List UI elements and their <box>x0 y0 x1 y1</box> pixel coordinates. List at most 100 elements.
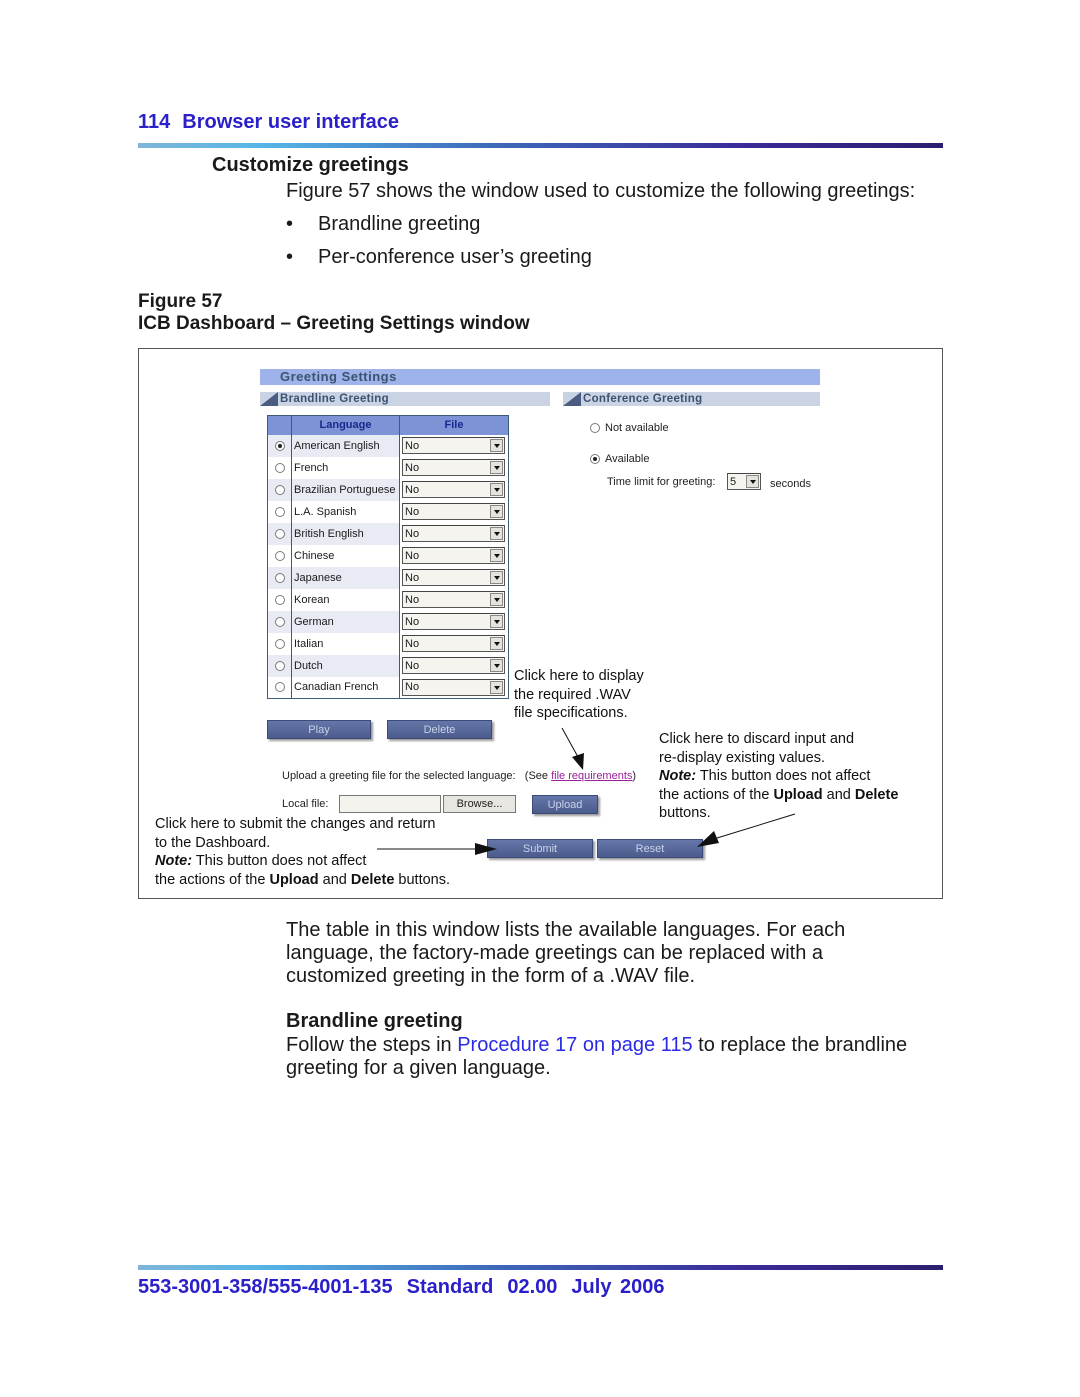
language-radio[interactable] <box>274 506 285 517</box>
play-button[interactable]: Play <box>267 720 371 739</box>
language-row[interactable]: Brazilian Portuguese No <box>267 478 509 501</box>
delete-button[interactable]: Delete <box>387 720 492 739</box>
running-footer: 553-3001-358/555-4001-135 Standard 02.00 Ju… <box>138 1276 679 1299</box>
file-select[interactable]: No <box>402 459 505 476</box>
dropdown-arrow-icon[interactable] <box>490 505 503 518</box>
radio-not-available[interactable] <box>590 423 600 434</box>
file-select[interactable]: No <box>402 481 505 498</box>
upload-button[interactable]: Upload <box>532 795 598 814</box>
file-select[interactable]: No <box>402 503 505 520</box>
file-select[interactable]: No <box>402 525 505 542</box>
row-select-cell[interactable] <box>267 500 292 523</box>
file-select[interactable]: No <box>402 657 505 674</box>
row-select-cell[interactable] <box>267 654 292 677</box>
language-row[interactable]: Korean No <box>267 588 509 611</box>
dropdown-arrow-icon[interactable] <box>490 549 503 562</box>
dropdown-arrow-icon[interactable] <box>490 680 503 694</box>
language-name: British English <box>291 522 400 545</box>
local-file-label: Local file: <box>282 798 329 810</box>
header-rule <box>138 143 943 148</box>
row-select-cell[interactable] <box>267 610 292 633</box>
file-cell: No <box>399 500 509 523</box>
table-description: The table in this window lists the avail… <box>286 919 846 987</box>
language-name: Dutch <box>291 654 400 677</box>
language-radio[interactable] <box>274 440 285 451</box>
language-row[interactable]: American English No <box>267 434 509 457</box>
bullet-item: • Brandline greeting <box>286 213 481 235</box>
dropdown-arrow-icon[interactable] <box>490 615 503 628</box>
row-select-cell[interactable] <box>267 522 292 545</box>
file-cell: No <box>399 544 509 567</box>
file-select[interactable]: No <box>402 613 505 630</box>
language-radio[interactable] <box>274 660 285 671</box>
file-select[interactable]: No <box>402 547 505 564</box>
language-row[interactable]: Chinese No <box>267 544 509 567</box>
dropdown-arrow-icon[interactable] <box>490 659 503 672</box>
file-select[interactable]: No <box>402 569 505 586</box>
dropdown-arrow-icon[interactable] <box>490 571 503 584</box>
language-radio[interactable] <box>274 462 285 473</box>
language-row[interactable]: Japanese No <box>267 566 509 589</box>
radio-available[interactable] <box>590 454 600 465</box>
time-limit-select[interactable]: 5 <box>727 473 761 490</box>
time-limit-label: Time limit for greeting: <box>607 476 716 488</box>
language-radio[interactable] <box>274 528 285 539</box>
language-row[interactable]: German No <box>267 610 509 633</box>
language-name: Korean <box>291 588 400 611</box>
dropdown-arrow-icon[interactable] <box>490 483 503 496</box>
row-select-cell[interactable] <box>267 676 292 699</box>
dropdown-arrow-icon[interactable] <box>490 593 503 606</box>
language-row[interactable]: Canadian French No <box>267 676 509 699</box>
row-select-cell[interactable] <box>267 544 292 567</box>
browse-button[interactable]: Browse... <box>443 795 516 813</box>
callout-reset: Click here to discard input and re-displ… <box>659 731 899 821</box>
row-select-cell[interactable] <box>267 566 292 589</box>
submit-button[interactable]: Submit <box>487 839 593 858</box>
language-radio[interactable] <box>274 550 285 561</box>
dropdown-arrow-icon[interactable] <box>490 461 503 474</box>
seconds-label: seconds <box>770 478 811 490</box>
figure-number: Figure 57 <box>138 291 223 312</box>
file-cell: No <box>399 456 509 479</box>
language-radio[interactable] <box>274 594 285 605</box>
doc-number: 553-3001-358/555-4001-135 <box>138 1276 393 1298</box>
language-row[interactable]: British English No <box>267 522 509 545</box>
language-row[interactable]: French No <box>267 456 509 479</box>
file-select[interactable]: No <box>402 678 505 696</box>
row-select-cell[interactable] <box>267 478 292 501</box>
file-select[interactable]: No <box>402 635 505 652</box>
language-radio[interactable] <box>274 572 285 583</box>
row-select-cell[interactable] <box>267 588 292 611</box>
file-select[interactable]: No <box>402 591 505 608</box>
callout-submit: Click here to submit the changes and ret… <box>155 816 451 888</box>
dropdown-arrow-icon[interactable] <box>490 527 503 540</box>
language-radio[interactable] <box>274 638 285 649</box>
available-option[interactable]: Available <box>590 453 649 465</box>
language-radio[interactable] <box>274 616 285 627</box>
procedure-link[interactable]: Procedure 17 on page 115 <box>457 1034 692 1056</box>
reset-button[interactable]: Reset <box>597 839 703 858</box>
language-row[interactable]: Dutch No <box>267 654 509 677</box>
not-available-option[interactable]: Not available <box>590 422 669 434</box>
language-row[interactable]: Italian No <box>267 632 509 655</box>
section-wedge-icon <box>260 392 278 406</box>
bullet-icon: • <box>286 246 294 268</box>
file-select[interactable]: No <box>402 437 505 454</box>
file-requirements-link[interactable]: file requirements <box>551 770 632 782</box>
language-row[interactable]: L.A. Spanish No <box>267 500 509 523</box>
row-select-cell[interactable] <box>267 434 292 457</box>
dropdown-arrow-icon[interactable] <box>490 637 503 650</box>
row-select-cell[interactable] <box>267 456 292 479</box>
dropdown-arrow-icon[interactable] <box>746 475 759 488</box>
file-cell: No <box>399 610 509 633</box>
bullet-item: • Per-conference user’s greeting <box>286 246 592 268</box>
row-select-cell[interactable] <box>267 632 292 655</box>
callout-file-requirements: Click here to display the required .WAV … <box>514 668 644 721</box>
bullet-icon: • <box>286 213 294 235</box>
column-header-select <box>267 415 292 435</box>
language-name: American English <box>291 434 400 457</box>
language-radio[interactable] <box>274 682 285 693</box>
local-file-input[interactable] <box>339 795 441 813</box>
dropdown-arrow-icon[interactable] <box>490 439 503 452</box>
language-radio[interactable] <box>274 484 285 495</box>
